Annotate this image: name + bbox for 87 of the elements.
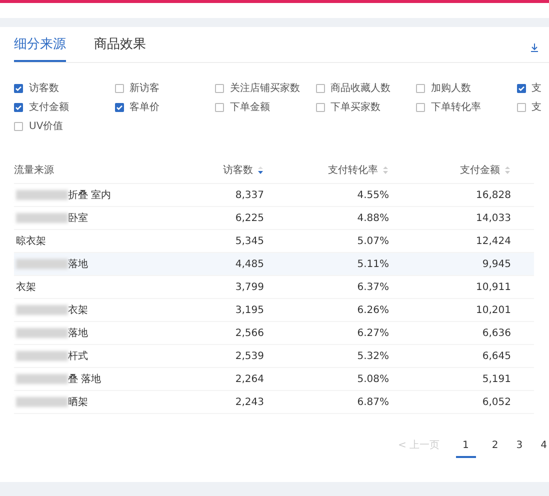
checkbox[interactable] bbox=[114, 103, 124, 112]
table-cell-text: 叠 落地 bbox=[68, 372, 102, 386]
checkbox[interactable] bbox=[316, 103, 324, 112]
column-header: 支付转化率 bbox=[328, 164, 378, 178]
table-row[interactable]: 杆式 2,539 5.32% 6,645 bbox=[14, 345, 534, 368]
table-cell-text: 落地 bbox=[68, 258, 88, 272]
checkbox-label: 访客数 bbox=[29, 82, 59, 96]
table-cell: 2,243 bbox=[235, 396, 264, 408]
table-cell: 2,566 bbox=[235, 328, 264, 338]
table-row[interactable]: 折叠 室内 8,337 4.55% 16,828 bbox=[14, 184, 534, 207]
checkbox-label: 下单转化率 bbox=[431, 100, 481, 115]
table-row[interactable]: 衣架 3,195 6.26% 10,201 bbox=[14, 299, 534, 322]
table-row[interactable]: 卧室 6,225 4.88% 14,033 bbox=[14, 207, 534, 230]
checkbox-label: 支 bbox=[532, 100, 542, 115]
table-cell-text: 晒架 bbox=[68, 396, 88, 410]
table-cell-text: 杆式 bbox=[68, 350, 88, 364]
checkbox-label: UV价值 bbox=[29, 120, 64, 134]
checkbox-label: 支付金额 bbox=[29, 100, 69, 115]
table-cell: 6.37% bbox=[357, 282, 389, 292]
table-cell: 4.88% bbox=[357, 212, 389, 224]
checkbox[interactable] bbox=[516, 84, 526, 93]
sort-icon[interactable] bbox=[257, 166, 264, 175]
table-cell-text: 衣架 bbox=[68, 304, 88, 318]
table-cell: 6,225 bbox=[235, 212, 264, 224]
checkbox[interactable] bbox=[14, 84, 23, 93]
table-row[interactable]: 叠 落地 2,264 5.08% 5,191 bbox=[14, 368, 534, 391]
checkbox-label: 加购人数 bbox=[431, 82, 471, 96]
table-cell: 6,636 bbox=[482, 328, 511, 338]
table-cell: 5.11% bbox=[357, 258, 389, 270]
table-cell: 5,345 bbox=[235, 236, 264, 246]
checkbox-label: 下单金额 bbox=[230, 100, 270, 115]
table-cell-text: 衣架 bbox=[16, 280, 36, 294]
table-cell: 16,828 bbox=[476, 190, 511, 200]
table-row[interactable]: 落地 2,566 6.27% 6,636 bbox=[14, 322, 534, 345]
table-cell: 8,337 bbox=[235, 190, 264, 200]
page-link[interactable]: 1 bbox=[456, 438, 476, 458]
checkbox-label: 客单价 bbox=[130, 100, 160, 115]
table-row[interactable]: 落地 4,485 5.11% 9,945 bbox=[14, 253, 534, 276]
checkbox[interactable] bbox=[114, 84, 124, 93]
table-cell: 6.26% bbox=[357, 304, 389, 316]
table-cell: 3,799 bbox=[235, 282, 264, 292]
table-cell: 2,539 bbox=[235, 350, 264, 362]
table-cell: 6,052 bbox=[482, 396, 511, 408]
checkbox[interactable] bbox=[14, 103, 23, 112]
column-header: 支付金额 bbox=[460, 164, 500, 178]
table-cell: 9,945 bbox=[482, 258, 511, 270]
checkbox-label: 关注店铺买家数 bbox=[230, 82, 300, 96]
checkbox-label: 新访客 bbox=[130, 82, 160, 96]
tab[interactable]: 商品效果 bbox=[94, 34, 146, 62]
checkbox-label: 商品收藏人数 bbox=[330, 82, 390, 96]
page-link[interactable]: 3 bbox=[514, 438, 525, 458]
table-cell: 6.27% bbox=[357, 328, 389, 338]
table-cell-text: 晾衣架 bbox=[16, 234, 46, 248]
checkbox[interactable] bbox=[215, 84, 224, 93]
tab[interactable]: 细分来源 bbox=[14, 34, 66, 62]
checkbox[interactable] bbox=[416, 84, 425, 93]
page-link[interactable]: 2 bbox=[490, 438, 500, 458]
table-row[interactable]: 晒架 2,243 6.87% 6,052 bbox=[14, 391, 534, 414]
table-cell-text: 落地 bbox=[68, 326, 88, 340]
column-header: 流量来源 bbox=[14, 164, 54, 178]
table-cell: 10,201 bbox=[476, 304, 511, 316]
page-link[interactable]: 4 bbox=[538, 438, 549, 458]
checkbox[interactable] bbox=[316, 84, 324, 93]
table-cell: 2,264 bbox=[235, 374, 264, 384]
table-cell-text: 卧室 bbox=[68, 212, 88, 226]
checkbox[interactable] bbox=[416, 103, 425, 112]
table-cell: 5.32% bbox=[357, 350, 389, 362]
table-cell: 5.08% bbox=[357, 374, 389, 384]
table-cell: 14,033 bbox=[476, 212, 511, 224]
checkbox[interactable] bbox=[516, 103, 526, 112]
table-cell: 4.55% bbox=[357, 190, 389, 200]
checkbox-label: 下单买家数 bbox=[330, 100, 380, 115]
checkbox[interactable] bbox=[14, 122, 23, 131]
checkbox-label: 支 bbox=[532, 82, 542, 96]
table-cell: 4,485 bbox=[235, 258, 264, 270]
table-cell: 10,911 bbox=[476, 282, 511, 292]
table-cell: 5,191 bbox=[482, 374, 511, 384]
table-cell: 5.07% bbox=[357, 236, 389, 246]
column-header: 访客数 bbox=[223, 164, 253, 178]
table-cell: 3,195 bbox=[235, 304, 264, 316]
table-cell-text: 折叠 室内 bbox=[68, 188, 112, 202]
table-cell: 6,645 bbox=[482, 350, 511, 362]
table-row[interactable]: 衣架 3,799 6.37% 10,911 bbox=[14, 276, 534, 299]
checkbox[interactable] bbox=[215, 103, 224, 112]
table-cell: 12,424 bbox=[476, 236, 511, 246]
table-cell: 6.87% bbox=[357, 396, 389, 408]
download-icon[interactable] bbox=[530, 43, 539, 52]
